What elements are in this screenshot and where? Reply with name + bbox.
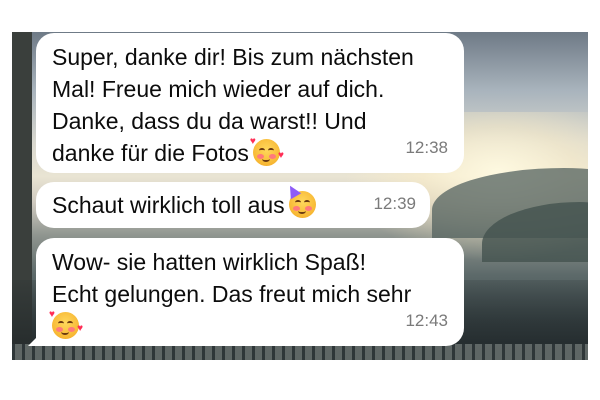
message-timestamp: 12:39 <box>373 194 416 213</box>
message-bubble[interactable]: Super, danke dir! Bis zum nächsten Mal! … <box>36 33 464 173</box>
message-text: Wow- sie hatten wirklich Spaß! Echt gelu… <box>49 246 450 342</box>
message-text: Super, danke dir! Bis zum nächsten Mal! … <box>52 44 414 166</box>
message-bubble[interactable]: Wow- sie hatten wirklich Spaß! Echt gelu… <box>36 238 464 346</box>
message-timestamp: 12:38 <box>405 138 448 157</box>
message-timestamp: 12:43 <box>405 311 448 330</box>
railing <box>12 344 588 360</box>
message-text: Schaut wirklich toll aus <box>52 182 416 221</box>
message-bubble[interactable]: Schaut wirklich toll aus 12:39 <box>36 182 430 228</box>
smiling-face-with-hearts-icon: ♥ ♥ <box>49 310 83 339</box>
smiling-face-with-hearts-icon: ♥ ♥ <box>250 137 284 166</box>
partying-face-icon <box>284 182 316 218</box>
